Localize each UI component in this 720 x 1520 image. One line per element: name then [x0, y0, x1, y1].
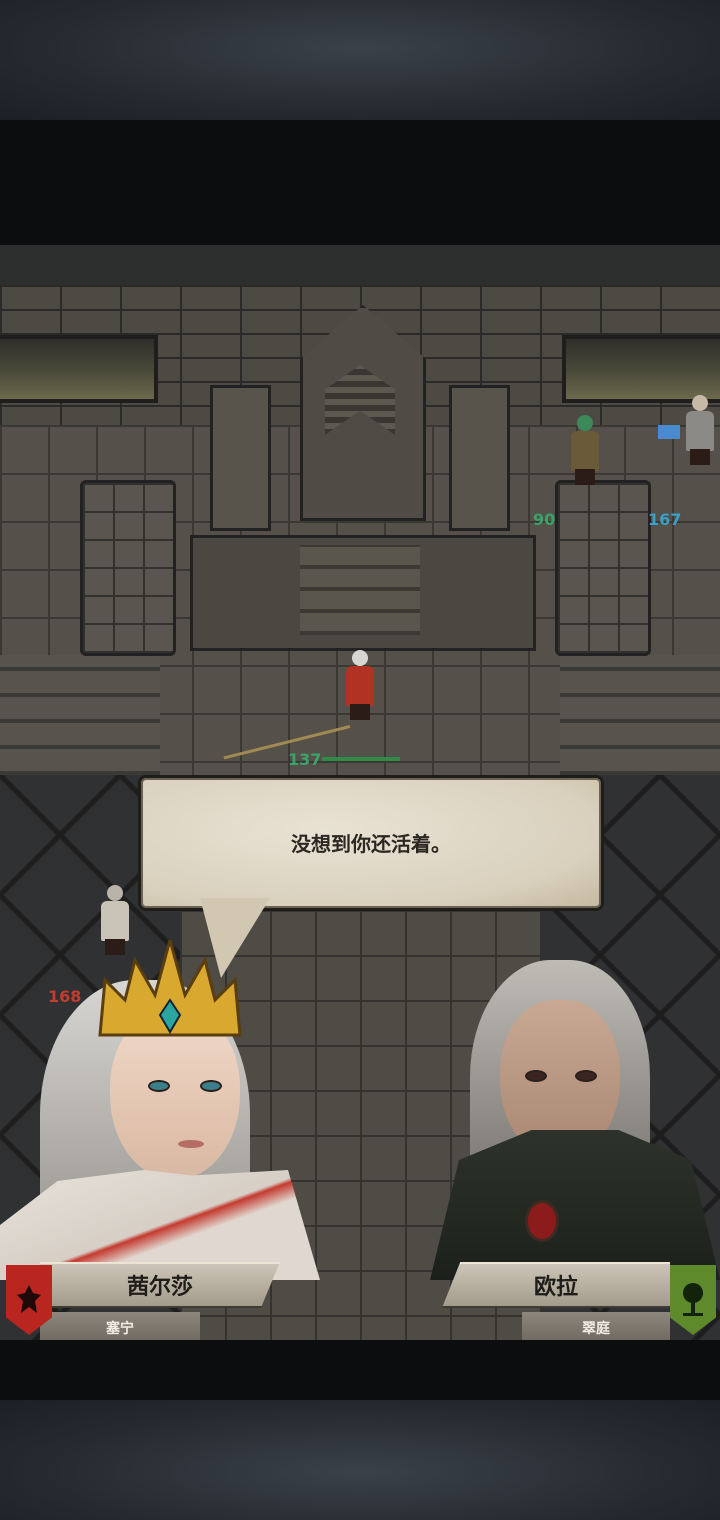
throne	[190, 305, 536, 651]
unit-hp-archer: 90	[533, 510, 556, 529]
portrait-eye	[575, 1070, 597, 1082]
unit-hp-queen: 137	[288, 750, 322, 769]
painting-right	[562, 335, 720, 403]
unit-queen[interactable]	[340, 650, 380, 720]
speaker-left-faction: 塞宁	[106, 1321, 134, 1337]
dialogue-bubble[interactable]: 没想到你还活着。	[138, 775, 604, 911]
unit-hp-mage: 167	[648, 510, 682, 529]
cinema-bar-bottom	[0, 1340, 720, 1400]
flag-icon	[658, 425, 680, 439]
unit-head	[577, 415, 593, 431]
throne-steps	[300, 545, 420, 635]
unit-head	[692, 395, 708, 411]
hp-bar-queen	[322, 757, 400, 761]
bottom-letterbox	[0, 1400, 720, 1520]
knight-crest-icon	[17, 1285, 41, 1313]
ruby-amulet-icon	[525, 1200, 559, 1242]
unit-body	[101, 901, 129, 941]
unit-head	[352, 650, 368, 666]
speaker-right-nameplate: 欧拉	[442, 1262, 670, 1308]
pillar-right	[555, 480, 651, 656]
portrait-left-speaker	[0, 940, 320, 1280]
unit-head	[107, 885, 123, 901]
wall-top	[0, 245, 720, 285]
top-letterbox	[0, 0, 720, 120]
portrait-lips	[178, 1140, 204, 1148]
painting-left	[0, 335, 158, 403]
portrait-right-speaker	[430, 960, 720, 1280]
unit-archer[interactable]	[565, 415, 605, 485]
speaker-left-nameplate: 茜尔莎	[40, 1262, 280, 1308]
crown-icon	[98, 940, 242, 1037]
portrait-eye	[200, 1080, 222, 1092]
portrait-eye	[148, 1080, 170, 1092]
unit-legs	[575, 469, 595, 485]
tree-icon	[683, 1283, 703, 1316]
unit-body	[571, 431, 599, 471]
throne-arm-left	[210, 385, 271, 531]
unit-mage[interactable]	[680, 395, 720, 465]
speaker-right-faction: 翠庭	[582, 1321, 610, 1337]
speaker-right-name: 欧拉	[533, 1275, 578, 1300]
unit-body	[346, 666, 374, 706]
throne-back	[300, 305, 426, 521]
throne-arm-right	[449, 385, 510, 531]
steps-left	[0, 655, 160, 775]
speaker-left-name: 茜尔莎	[126, 1275, 193, 1300]
game-screen: 90 167 137 168 没想到你还活着。 茜尔莎 塞宁 欧拉 翠庭	[0, 0, 720, 1520]
unit-body	[686, 411, 714, 451]
unit-legs	[350, 704, 370, 720]
unit-legs	[690, 449, 710, 465]
pillar-left	[80, 480, 176, 656]
portrait-eye	[525, 1070, 547, 1082]
steps-right	[560, 655, 720, 775]
cinema-bar-top	[0, 120, 720, 245]
dialogue-text: 没想到你还活着。	[291, 832, 451, 856]
